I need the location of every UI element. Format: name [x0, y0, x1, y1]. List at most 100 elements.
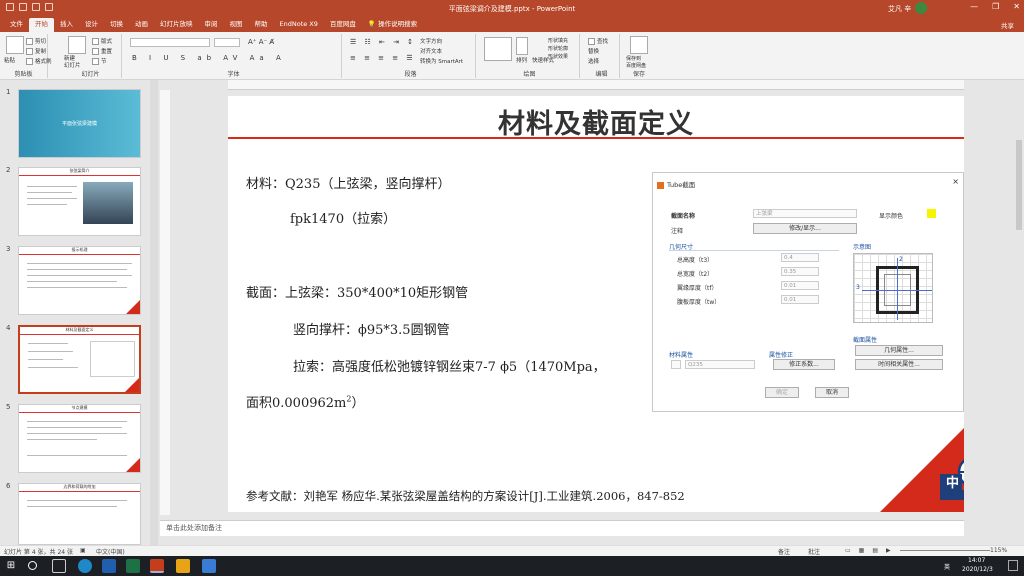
clock-time[interactable]: 14:07 [968, 557, 985, 564]
tab-help[interactable]: 帮助 [249, 18, 274, 32]
text-direction-button[interactable]: 文字方向 [420, 37, 442, 45]
width-field[interactable]: 0.35 [781, 267, 819, 276]
tab-baidu[interactable]: 百度网盘 [324, 18, 362, 32]
notes-pane[interactable]: 单击此处添加备注 [160, 520, 964, 536]
paste-button[interactable]: 粘贴 [4, 56, 15, 64]
tab-view[interactable]: 视图 [224, 18, 249, 32]
windows-start-icon[interactable]: ⊞ [4, 559, 18, 573]
shapes-gallery[interactable] [484, 37, 512, 61]
close-button[interactable]: ✕ [1013, 2, 1020, 11]
slide-scrollbar[interactable] [1014, 80, 1024, 545]
slide-title[interactable]: 材料及截面定义 [228, 102, 964, 141]
tab-home[interactable]: 开始 [29, 18, 54, 32]
zoom-level[interactable]: 115% [990, 547, 1007, 554]
slide-thumbnail-2[interactable]: 张弦梁简介 [18, 167, 141, 236]
view-buttons[interactable]: ▭▦▤▶ [845, 547, 899, 554]
modify-show-button[interactable]: 修改/显示... [753, 223, 857, 234]
new-slide-button[interactable]: 新建 幻灯片 [64, 56, 81, 70]
ok-button[interactable]: 确定 [765, 387, 799, 398]
font-size-buttons[interactable]: A⁺ A⁻ A̸ [248, 38, 274, 46]
time-props-button[interactable]: 时间相关属性... [855, 359, 943, 370]
strut-line[interactable]: 竖向撑杆：ϕ95*3.5圆钢管 [293, 319, 450, 338]
layout-button[interactable]: 版式 [92, 37, 112, 45]
search-icon[interactable] [28, 561, 37, 570]
material-select[interactable]: Q235 [685, 360, 755, 369]
zoom-slider[interactable] [900, 550, 990, 551]
tab-animations[interactable]: 动画 [129, 18, 154, 32]
slide-thumbnail-1[interactable]: 平面张弦梁建模 [18, 89, 141, 158]
shape-effects-button[interactable]: 形状效果 [548, 53, 568, 60]
font-size-select[interactable] [214, 38, 240, 47]
reference-line[interactable]: 参考文献：刘艳军 杨应华.某张弦梁屋盖结构的方案设计[J].工业建筑.2006，… [246, 488, 685, 504]
color-swatch[interactable] [927, 209, 936, 218]
cancel-button[interactable]: 取消 [815, 387, 849, 398]
language-status[interactable]: 中文(中国) [96, 547, 125, 556]
tab-review[interactable]: 审阅 [199, 18, 224, 32]
material-plus-button[interactable] [671, 360, 681, 369]
tell-me-search[interactable]: 💡 操作说明搜索 [362, 18, 423, 32]
arrange-icon[interactable] [516, 37, 528, 55]
cloud-save-icon[interactable] [630, 36, 648, 54]
slide-canvas[interactable]: 材料及截面定义 材料：Q235（上弦梁，竖向撑杆） fpk1470（拉索） 截面… [228, 96, 964, 512]
app-icon[interactable] [202, 559, 216, 573]
select-button[interactable]: 选择 [588, 57, 599, 65]
tab-endnote[interactable]: EndNote X9 [274, 18, 324, 32]
arrange-button[interactable]: 排列 [516, 56, 527, 64]
slide-thumbnail-3[interactable]: 报示机理 [18, 246, 141, 315]
slide-thumbnail-4[interactable]: 材料及截面定义 [18, 325, 141, 394]
geometric-props-button[interactable]: 几何属性... [855, 345, 943, 356]
list-buttons[interactable]: ☰ ☷ ⇤ ⇥ ↕ [350, 38, 416, 46]
powerpoint-icon[interactable] [150, 559, 164, 573]
tab-file[interactable]: 文件 [4, 18, 29, 32]
shape-fill-button[interactable]: 形状填充 [548, 37, 568, 44]
align-buttons[interactable]: ≡ ≡ ≡ ≡ ☰ [350, 54, 416, 62]
word-icon[interactable] [102, 559, 116, 573]
tab-design[interactable]: 设计 [79, 18, 104, 32]
smartart-button[interactable]: 转换为 SmartArt [420, 57, 463, 65]
tab-transitions[interactable]: 切换 [104, 18, 129, 32]
user-name[interactable]: 艾凡 辛 [888, 4, 911, 14]
task-view-icon[interactable] [52, 559, 66, 573]
ime-indicator[interactable]: 英 [944, 562, 950, 571]
format-painter-button[interactable]: 格式刷 [26, 57, 52, 65]
restore-button[interactable]: ❐ [992, 2, 999, 11]
flange-thickness-field[interactable]: 0.01 [781, 281, 819, 290]
font-style-buttons[interactable]: B I U S ab AV Aa A [132, 54, 286, 62]
notes-toggle[interactable]: 备注 [778, 547, 790, 556]
find-button[interactable]: 查找 [588, 37, 608, 45]
paste-icon[interactable] [6, 36, 24, 54]
cable-material-line[interactable]: fpk1470（拉索） [290, 208, 396, 227]
notifications-icon[interactable] [1008, 560, 1018, 571]
web-thickness-field[interactable]: 0.01 [781, 295, 819, 304]
font-family-select[interactable] [130, 38, 210, 47]
comments-toggle[interactable]: 批注 [808, 547, 820, 556]
edge-icon[interactable] [78, 559, 92, 573]
material-line[interactable]: 材料：Q235（上弦梁，竖向撑杆） [246, 173, 450, 192]
section-button[interactable]: 节 [92, 57, 107, 65]
height-field[interactable]: 0.4 [781, 253, 819, 262]
thumbnail-scrollbar[interactable] [150, 80, 158, 545]
copy-button[interactable]: 复制 [26, 47, 46, 55]
name-field[interactable]: 上弦梁 [753, 209, 857, 218]
new-slide-icon[interactable] [68, 36, 86, 54]
share-button[interactable]: 共享 [1001, 20, 1014, 30]
clock-date[interactable]: 2020/12/3 [962, 566, 993, 573]
align-text-button[interactable]: 对齐文本 [420, 47, 442, 55]
minimize-button[interactable]: — [970, 2, 978, 11]
spellcheck-icon[interactable]: ▣ [80, 547, 86, 554]
tab-slideshow[interactable]: 幻灯片放映 [154, 18, 199, 32]
scroll-thumb[interactable] [1016, 140, 1022, 230]
cut-button[interactable]: 剪切 [26, 37, 46, 45]
reset-button[interactable]: 重置 [92, 47, 112, 55]
section-line[interactable]: 截面：上弦梁：350*400*10矩形钢管 [246, 282, 468, 301]
tab-insert[interactable]: 插入 [54, 18, 79, 32]
replace-button[interactable]: 替换 [588, 47, 599, 55]
slide-thumbnail-5[interactable]: 节点建模 [18, 404, 141, 473]
dialog-close-icon[interactable]: × [952, 177, 959, 186]
excel-icon[interactable] [126, 559, 140, 573]
shape-outline-button[interactable]: 形状轮廓 [548, 45, 568, 52]
cable-line[interactable]: 拉索：高强度低松弛镀锌钢丝束7-7 ϕ5（1470Mpa， [293, 356, 606, 375]
slide-thumbnail-6[interactable]: 边界和荷载的附加 [18, 483, 141, 545]
avatar[interactable] [915, 2, 927, 14]
app-icon[interactable] [176, 559, 190, 573]
